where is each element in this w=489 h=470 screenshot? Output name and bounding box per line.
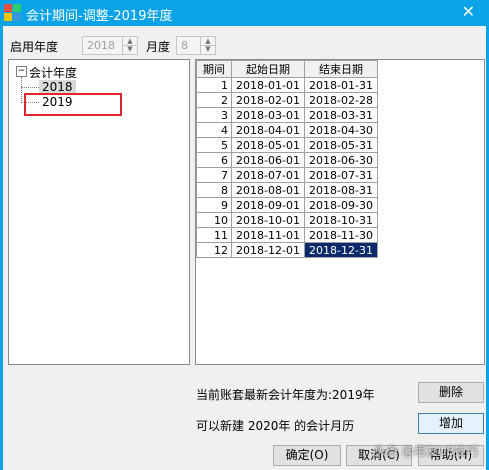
table-row[interactable]: 4 2018-04-01 2018-04-30 <box>196 122 378 138</box>
column-header-start-date[interactable]: 起始日期 <box>231 60 305 78</box>
period-cell[interactable]: 12 <box>196 242 232 258</box>
month-spinner[interactable]: 8 ▲ ▼ <box>176 36 216 55</box>
start-date-cell[interactable]: 2018-05-01 <box>231 137 305 153</box>
end-date-cell[interactable]: 2018-12-31 <box>304 242 378 258</box>
period-cell[interactable]: 5 <box>196 137 232 153</box>
table-row[interactable]: 3 2018-03-01 2018-03-31 <box>196 107 378 123</box>
tree-connector <box>21 77 22 101</box>
end-date-cell[interactable]: 2018-07-31 <box>304 167 378 183</box>
table-row[interactable]: 1 2018-01-01 2018-01-31 <box>196 77 378 93</box>
period-cell[interactable]: 11 <box>196 227 232 243</box>
period-cell[interactable]: 2 <box>196 92 232 108</box>
period-cell[interactable]: 4 <box>196 122 232 138</box>
period-cell[interactable]: 8 <box>196 182 232 198</box>
app-icon <box>4 4 21 21</box>
end-date-cell[interactable]: 2018-01-31 <box>304 77 378 93</box>
table-row[interactable]: 12 2018-12-01 2018-12-31 <box>196 242 378 258</box>
start-date-cell[interactable]: 2018-11-01 <box>231 227 305 243</box>
delete-button[interactable]: 删除 <box>418 382 484 403</box>
start-date-cell[interactable]: 2018-01-01 <box>231 77 305 93</box>
period-cell[interactable]: 3 <box>196 107 232 123</box>
period-cell[interactable]: 7 <box>196 167 232 183</box>
period-table-panel: 期间 起始日期 结束日期 1 2018-01-01 2018-01-31 2 2018-… <box>195 59 485 365</box>
start-date-cell[interactable]: 2018-07-01 <box>231 167 305 183</box>
end-date-cell[interactable]: 2018-05-31 <box>304 137 378 153</box>
start-date-cell[interactable]: 2018-08-01 <box>231 182 305 198</box>
spin-down-icon[interactable]: ▼ <box>123 45 137 53</box>
table-row[interactable]: 5 2018-05-01 2018-05-31 <box>196 137 378 153</box>
start-date-cell[interactable]: 2018-02-01 <box>231 92 305 108</box>
watermark: 头条 @用友U8技巧 <box>374 444 479 458</box>
column-header-end-date[interactable]: 结束日期 <box>304 60 378 78</box>
table-row[interactable]: 8 2018-08-01 2018-08-31 <box>196 182 378 198</box>
window-frame-left <box>0 26 3 470</box>
start-year-value: 2018 <box>87 39 115 52</box>
period-cell[interactable]: 6 <box>196 152 232 168</box>
start-date-cell[interactable]: 2018-10-01 <box>231 212 305 228</box>
end-date-cell[interactable]: 2018-06-30 <box>304 152 378 168</box>
start-date-cell[interactable]: 2018-06-01 <box>231 152 305 168</box>
start-date-cell[interactable]: 2018-12-01 <box>231 242 305 258</box>
close-icon[interactable]: ✕ <box>462 2 475 21</box>
end-date-cell[interactable]: 2018-04-30 <box>304 122 378 138</box>
table-row[interactable]: 11 2018-11-01 2018-11-30 <box>196 227 378 243</box>
tree-item-2018[interactable]: 2018 <box>39 80 76 94</box>
table-row[interactable]: 7 2018-07-01 2018-07-31 <box>196 167 378 183</box>
new-calendar-text: 可以新建 2020年 的会计月历 <box>196 419 355 433</box>
table-row[interactable]: 10 2018-10-01 2018-10-31 <box>196 212 378 228</box>
table-row[interactable]: 2 2018-02-01 2018-02-28 <box>196 92 378 108</box>
tree-root-label[interactable]: 会计年度 <box>29 64 77 81</box>
latest-year-text: 当前账套最新会计年度为:2019年 <box>196 388 375 402</box>
end-date-cell[interactable]: 2018-11-30 <box>304 227 378 243</box>
collapse-icon[interactable]: − <box>16 66 27 77</box>
start-date-cell[interactable]: 2018-04-01 <box>231 122 305 138</box>
end-date-cell[interactable]: 2018-03-31 <box>304 107 378 123</box>
start-year-label: 启用年度 <box>10 40 59 54</box>
spin-down-icon[interactable]: ▼ <box>201 45 215 53</box>
end-date-cell[interactable]: 2018-09-30 <box>304 197 378 213</box>
start-date-cell[interactable]: 2018-09-01 <box>231 197 305 213</box>
add-button[interactable]: 增加 <box>418 413 484 434</box>
column-header-period[interactable]: 期间 <box>196 60 232 78</box>
end-date-cell[interactable]: 2018-10-31 <box>304 212 378 228</box>
window-title: 会计期间-调整-2019年度 <box>26 9 173 24</box>
period-table: 期间 起始日期 结束日期 1 2018-01-01 2018-01-31 2 2018-… <box>196 60 378 258</box>
highlight-annotation <box>24 93 122 116</box>
table-row[interactable]: 6 2018-06-01 2018-06-30 <box>196 152 378 168</box>
tree-connector <box>21 87 39 88</box>
period-cell[interactable]: 1 <box>196 77 232 93</box>
start-year-spinner[interactable]: 2018 ▲ ▼ <box>82 36 138 55</box>
period-cell[interactable]: 10 <box>196 212 232 228</box>
end-date-cell[interactable]: 2018-02-28 <box>304 92 378 108</box>
table-row[interactable]: 9 2018-09-01 2018-09-30 <box>196 197 378 213</box>
ok-button[interactable]: 确定(O) <box>273 445 341 466</box>
period-cell[interactable]: 9 <box>196 197 232 213</box>
month-label: 月度 <box>146 40 171 54</box>
month-value: 8 <box>181 39 188 52</box>
title-bar: 会计期间-调整-2019年度 ✕ <box>0 0 489 26</box>
start-date-cell[interactable]: 2018-03-01 <box>231 107 305 123</box>
end-date-cell[interactable]: 2018-08-31 <box>304 182 378 198</box>
